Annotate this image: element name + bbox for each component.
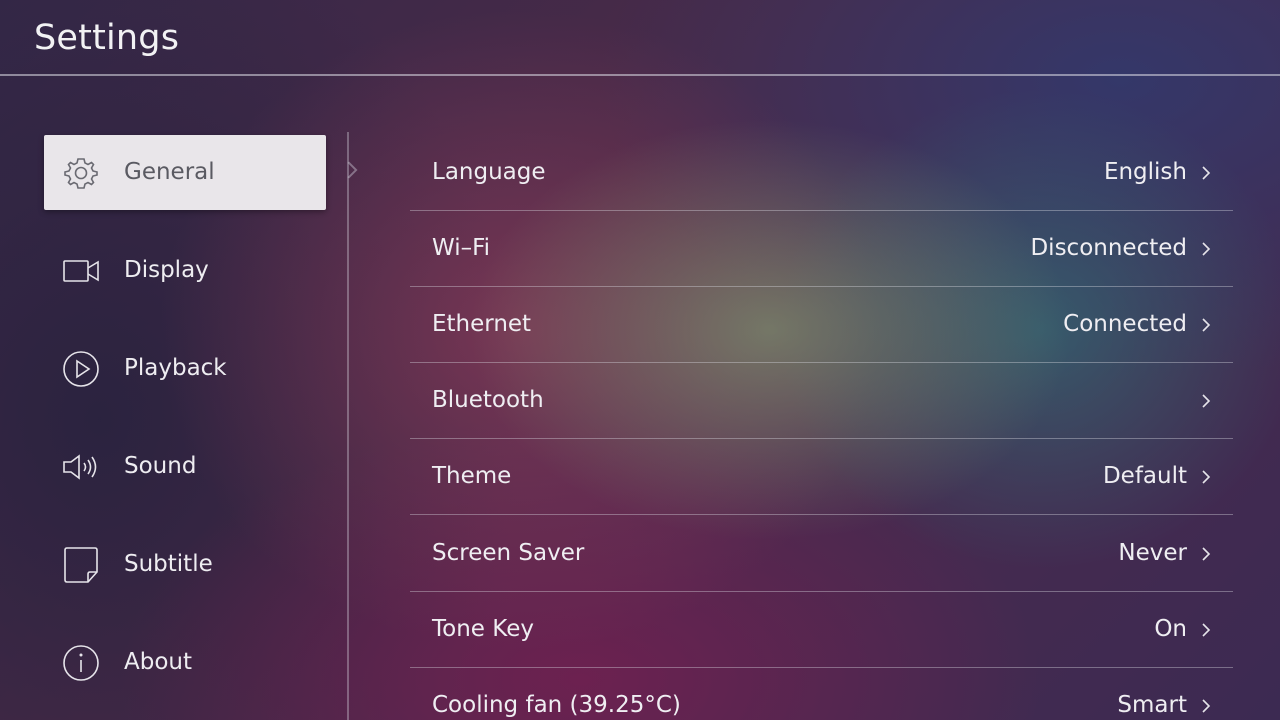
setting-row-screen-saver[interactable]: Screen Saver Never [410, 516, 1233, 592]
setting-label: Language [432, 159, 546, 185]
sidebar-item-label: About [124, 649, 193, 675]
setting-label: Bluetooth [432, 387, 544, 413]
subtitle-icon [62, 546, 100, 584]
setting-label: Screen Saver [432, 540, 585, 566]
sidebar-item-general[interactable]: General [44, 135, 326, 210]
setting-row-ethernet[interactable]: Ethernet Connected [410, 287, 1233, 363]
sidebar-item-display[interactable]: Display [44, 233, 326, 308]
setting-value: English [1103, 159, 1187, 185]
sidebar-divider [347, 132, 349, 720]
setting-row-bluetooth[interactable]: Bluetooth [410, 363, 1233, 439]
setting-value: Default [1102, 463, 1187, 489]
play-circle-icon [62, 350, 100, 388]
setting-row-language[interactable]: Language English [410, 135, 1233, 211]
chevron-right-icon [1202, 547, 1211, 561]
speaker-icon [62, 448, 100, 486]
setting-row-theme[interactable]: Theme Default [410, 439, 1233, 515]
setting-row-cooling-fan[interactable]: Cooling fan (39.25°C) Smart [410, 668, 1233, 720]
page-title: Settings [34, 18, 180, 58]
setting-value: Connected [1063, 311, 1187, 337]
chevron-right-icon [1202, 699, 1211, 713]
info-icon [62, 644, 100, 682]
header-divider [0, 74, 1280, 76]
sidebar-item-subtitle[interactable]: Subtitle [44, 527, 326, 602]
chevron-right-icon [1202, 470, 1211, 484]
sidebar-item-label: Playback [124, 355, 227, 381]
chevron-right-icon [1202, 318, 1211, 332]
setting-row-tone-key[interactable]: Tone Key On [410, 592, 1233, 668]
setting-label: Wi–Fi [432, 235, 491, 261]
setting-label: Theme [432, 463, 512, 489]
setting-value: Disconnected [1030, 235, 1187, 261]
sidebar-item-playback[interactable]: Playback [44, 331, 326, 406]
chevron-right-icon [1202, 394, 1211, 408]
chevron-right-icon [1202, 242, 1211, 256]
setting-value: Never [1118, 540, 1187, 566]
gear-icon [62, 154, 100, 192]
sidebar-item-label: Display [124, 257, 209, 283]
chevron-right-icon [1202, 166, 1211, 180]
sidebar-item-about[interactable]: About [44, 625, 326, 700]
display-icon [62, 252, 100, 290]
setting-label: Ethernet [432, 311, 532, 337]
row-divider [410, 514, 1233, 515]
chevron-right-icon [1202, 623, 1211, 637]
sidebar-item-label: Sound [124, 453, 197, 479]
setting-label: Cooling fan (39.25°C) [432, 692, 681, 718]
setting-label: Tone Key [432, 616, 534, 642]
sidebar-item-label: General [124, 159, 215, 185]
setting-value: Smart [1117, 692, 1187, 718]
setting-value: On [1154, 616, 1187, 642]
sidebar-item-sound[interactable]: Sound [44, 429, 326, 504]
setting-row-wifi[interactable]: Wi–Fi Disconnected [410, 211, 1233, 287]
sidebar-item-label: Subtitle [124, 551, 213, 577]
